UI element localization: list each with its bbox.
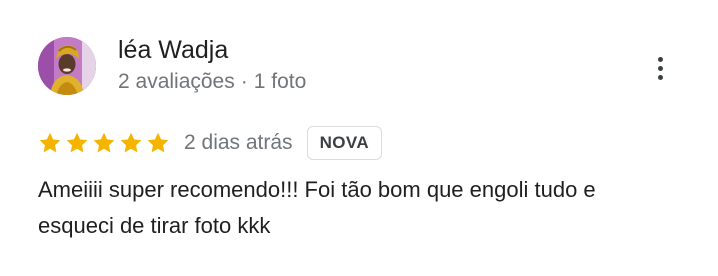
star-icon <box>93 132 115 153</box>
reviews-count: 2 avaliações <box>118 70 235 93</box>
rating-row: 2 dias atrás NOVA <box>38 124 383 162</box>
review-card: léa Wadja 2 avaliações · 1 foto 2 dias atr… <box>0 0 718 276</box>
author-name[interactable]: léa Wadja <box>118 34 228 66</box>
review-date: 2 dias atrás <box>184 131 293 154</box>
avatar-photo <box>38 37 96 95</box>
star-icon <box>147 132 169 153</box>
star-rating <box>38 131 170 155</box>
photos-count: 1 foto <box>253 70 307 93</box>
star-icon <box>39 132 61 153</box>
avatar[interactable] <box>38 37 96 95</box>
more-vert-icon <box>657 56 663 80</box>
review-text: Ameiiii super recomendo!!! Foi tão bom q… <box>38 177 596 238</box>
meta-separator: · <box>240 70 248 93</box>
star-icon <box>120 132 142 153</box>
dot <box>657 56 663 62</box>
more-options-button[interactable] <box>644 52 676 84</box>
author-meta: 2 avaliações · 1 foto <box>118 68 306 96</box>
star-icon <box>66 132 88 153</box>
dot <box>657 65 663 71</box>
dot <box>657 74 663 80</box>
new-badge: NOVA <box>306 126 383 160</box>
